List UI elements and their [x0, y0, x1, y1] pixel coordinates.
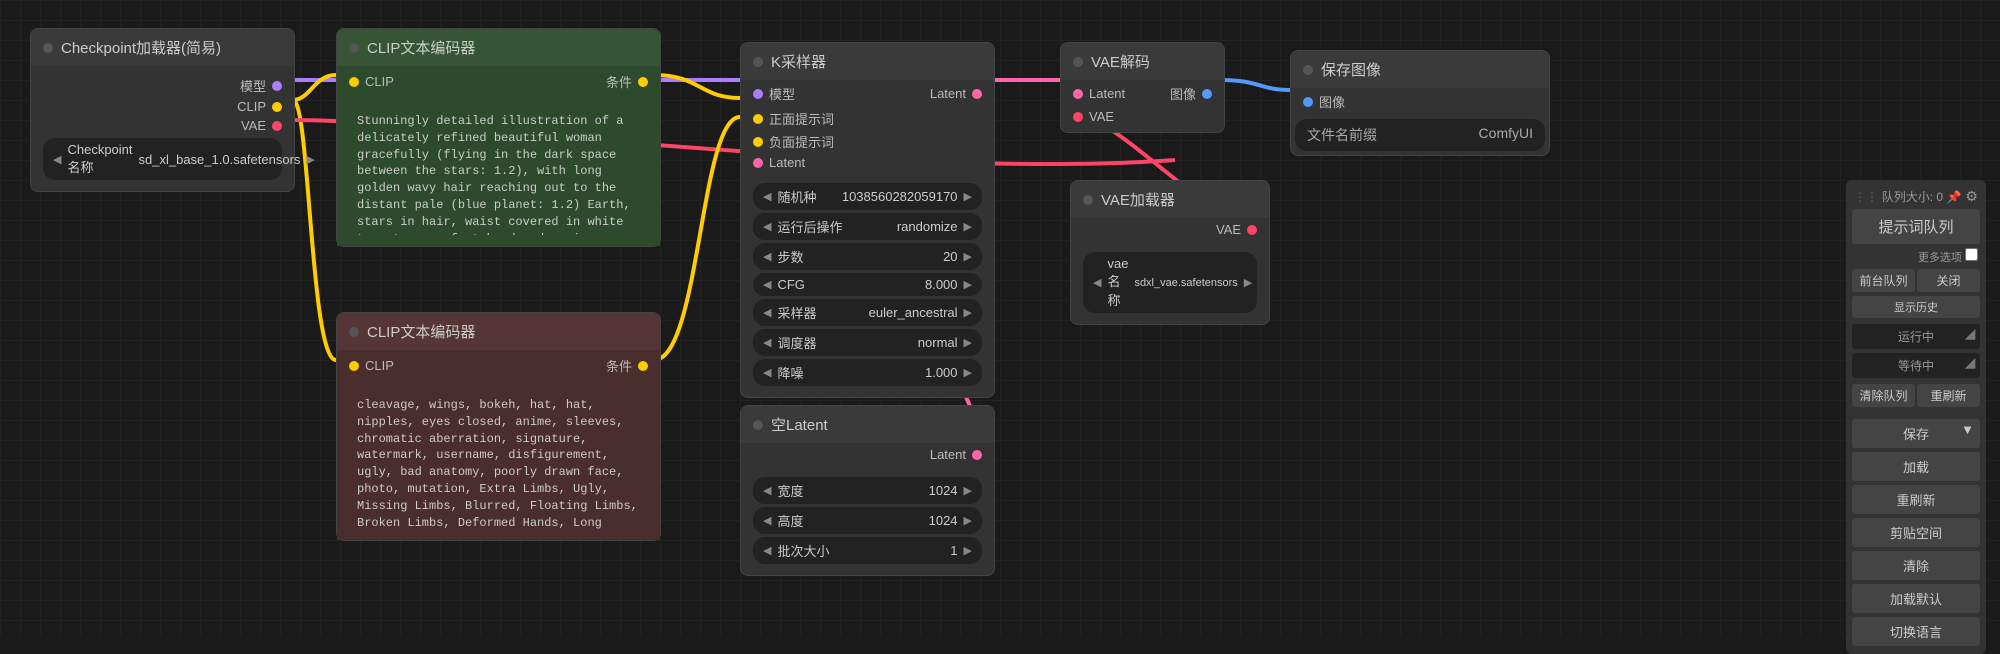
clipspace-button[interactable]: 剪贴空间 [1852, 518, 1980, 547]
more-options-toggle[interactable]: 更多选项 [1852, 246, 1980, 267]
height-widget[interactable]: ◀高度1024▶ [753, 507, 982, 534]
output-vae[interactable]: VAE [43, 116, 282, 135]
batch-widget[interactable]: ◀批次大小1▶ [753, 537, 982, 564]
node-title[interactable]: CLIP文本编码器 [337, 29, 660, 66]
node-title[interactable]: VAE加载器 [1071, 181, 1269, 218]
gear-icon[interactable]: ⚙ [1965, 188, 1978, 205]
steps-widget[interactable]: ◀步数20▶ [753, 243, 982, 270]
input-latent[interactable]: Latent [741, 153, 994, 172]
output-model[interactable]: 模型 [43, 74, 282, 97]
clear-queue-button[interactable]: 清除队列 [1852, 384, 1915, 407]
running-section: 运行中◢ [1852, 324, 1980, 349]
vae-decode-node[interactable]: VAE解码 Latent 图像 VAE [1060, 42, 1225, 133]
input-negative[interactable]: 负面提示词 [741, 130, 994, 153]
scheduler-widget[interactable]: ◀调度器normal▶ [753, 329, 982, 356]
chevron-down-icon[interactable]: ▼ [1961, 422, 1974, 437]
empty-latent-node[interactable]: 空Latent Latent ◀宽度1024▶ ◀高度1024▶ ◀批次大小1▶ [740, 405, 995, 576]
drag-handle-icon[interactable]: ⋮⋮ [1854, 190, 1878, 204]
node-title[interactable]: VAE解码 [1061, 43, 1224, 80]
output-image[interactable]: 图像 [1170, 82, 1212, 105]
waiting-section: 等待中◢ [1852, 353, 1980, 378]
seed-widget[interactable]: ◀随机种1038560282059170▶ [753, 183, 982, 210]
clip-text-encode-positive[interactable]: CLIP文本编码器 CLIP 条件 [336, 28, 661, 247]
save-image-node[interactable]: 保存图像 图像 文件名前缀 ComfyUI [1290, 50, 1550, 156]
input-image[interactable]: 图像 [1291, 88, 1549, 115]
output-vae[interactable]: VAE [1071, 218, 1269, 241]
resize-handle-icon[interactable]: ◢ [1962, 328, 1978, 340]
node-title[interactable]: Checkpoint加载器(简易) [31, 29, 294, 66]
output-clip[interactable]: CLIP [43, 97, 282, 116]
output-conditioning[interactable]: 条件 [606, 354, 648, 377]
vae-name-widget[interactable]: ◀vae名称sdxl_vae.safetensors▶ [1083, 252, 1257, 313]
ksampler-node[interactable]: K采样器 模型 Latent 正面提示词 负面提示词 Latent ◀随机种10… [740, 42, 995, 398]
cfg-widget[interactable]: ◀CFG8.000▶ [753, 273, 982, 296]
width-widget[interactable]: ◀宽度1024▶ [753, 477, 982, 504]
queue-prompt-button[interactable]: 提示词队列 [1852, 209, 1980, 244]
front-queue-button[interactable]: 前台队列 [1852, 269, 1915, 292]
prompt-textarea[interactable] [349, 105, 648, 235]
chevron-left-icon[interactable]: ◀ [53, 153, 61, 166]
ckpt-name-widget[interactable]: ◀ Checkpoint名称 sd_xl_base_1.0.safetensor… [43, 138, 282, 180]
show-history-button[interactable]: 显示历史 [1852, 296, 1980, 318]
filename-prefix-widget[interactable]: 文件名前缀 ComfyUI [1295, 119, 1545, 151]
node-title[interactable]: K采样器 [741, 43, 994, 80]
input-positive[interactable]: 正面提示词 [741, 107, 994, 130]
clip-text-encode-negative[interactable]: CLIP文本编码器 CLIP 条件 [336, 312, 661, 541]
output-latent[interactable]: Latent [930, 82, 982, 105]
output-conditioning[interactable]: 条件 [606, 70, 648, 93]
denoise-widget[interactable]: ◀降噪1.000▶ [753, 359, 982, 386]
input-vae[interactable]: VAE [1061, 107, 1224, 132]
queue-size-label: 队列大小: 0 [1882, 188, 1943, 205]
vae-loader-node[interactable]: VAE加载器 VAE ◀vae名称sdxl_vae.safetensors▶ [1070, 180, 1270, 325]
input-clip[interactable]: CLIP [349, 354, 394, 377]
node-title[interactable]: 空Latent [741, 406, 994, 443]
refresh-queue-button[interactable]: 重刷新 [1917, 384, 1980, 407]
load-default-button[interactable]: 加载默认 [1852, 584, 1980, 613]
chevron-right-icon[interactable]: ▶ [306, 153, 314, 166]
control-widget[interactable]: ◀运行后操作randomize▶ [753, 213, 982, 240]
refresh-button[interactable]: 重刷新 [1852, 485, 1980, 514]
close-button[interactable]: 关闭 [1917, 269, 1980, 292]
checkpoint-loader-node[interactable]: Checkpoint加载器(简易) 模型 CLIP VAE ◀ Checkpoi… [30, 28, 295, 192]
pin-icon[interactable]: 📌 [1947, 190, 1962, 204]
node-title[interactable]: 保存图像 [1291, 51, 1549, 88]
load-button[interactable]: 加载 [1852, 452, 1980, 481]
input-latent[interactable]: Latent [1073, 82, 1125, 105]
node-title[interactable]: CLIP文本编码器 [337, 313, 660, 350]
sampler-widget[interactable]: ◀采样器euler_ancestral▶ [753, 299, 982, 326]
prompt-textarea[interactable] [349, 389, 648, 529]
more-options-checkbox[interactable] [1965, 248, 1978, 261]
resize-handle-icon[interactable]: ◢ [1962, 357, 1978, 369]
switch-lang-button[interactable]: 切换语言 [1852, 617, 1980, 646]
clear-button[interactable]: 清除 [1852, 551, 1980, 580]
queue-panel[interactable]: ⋮⋮ 队列大小: 0 📌 ⚙ 提示词队列 更多选项 前台队列 关闭 显示历史 运… [1846, 180, 1986, 654]
output-latent[interactable]: Latent [741, 443, 994, 466]
input-clip[interactable]: CLIP [349, 70, 394, 93]
input-model[interactable]: 模型 [753, 82, 795, 105]
